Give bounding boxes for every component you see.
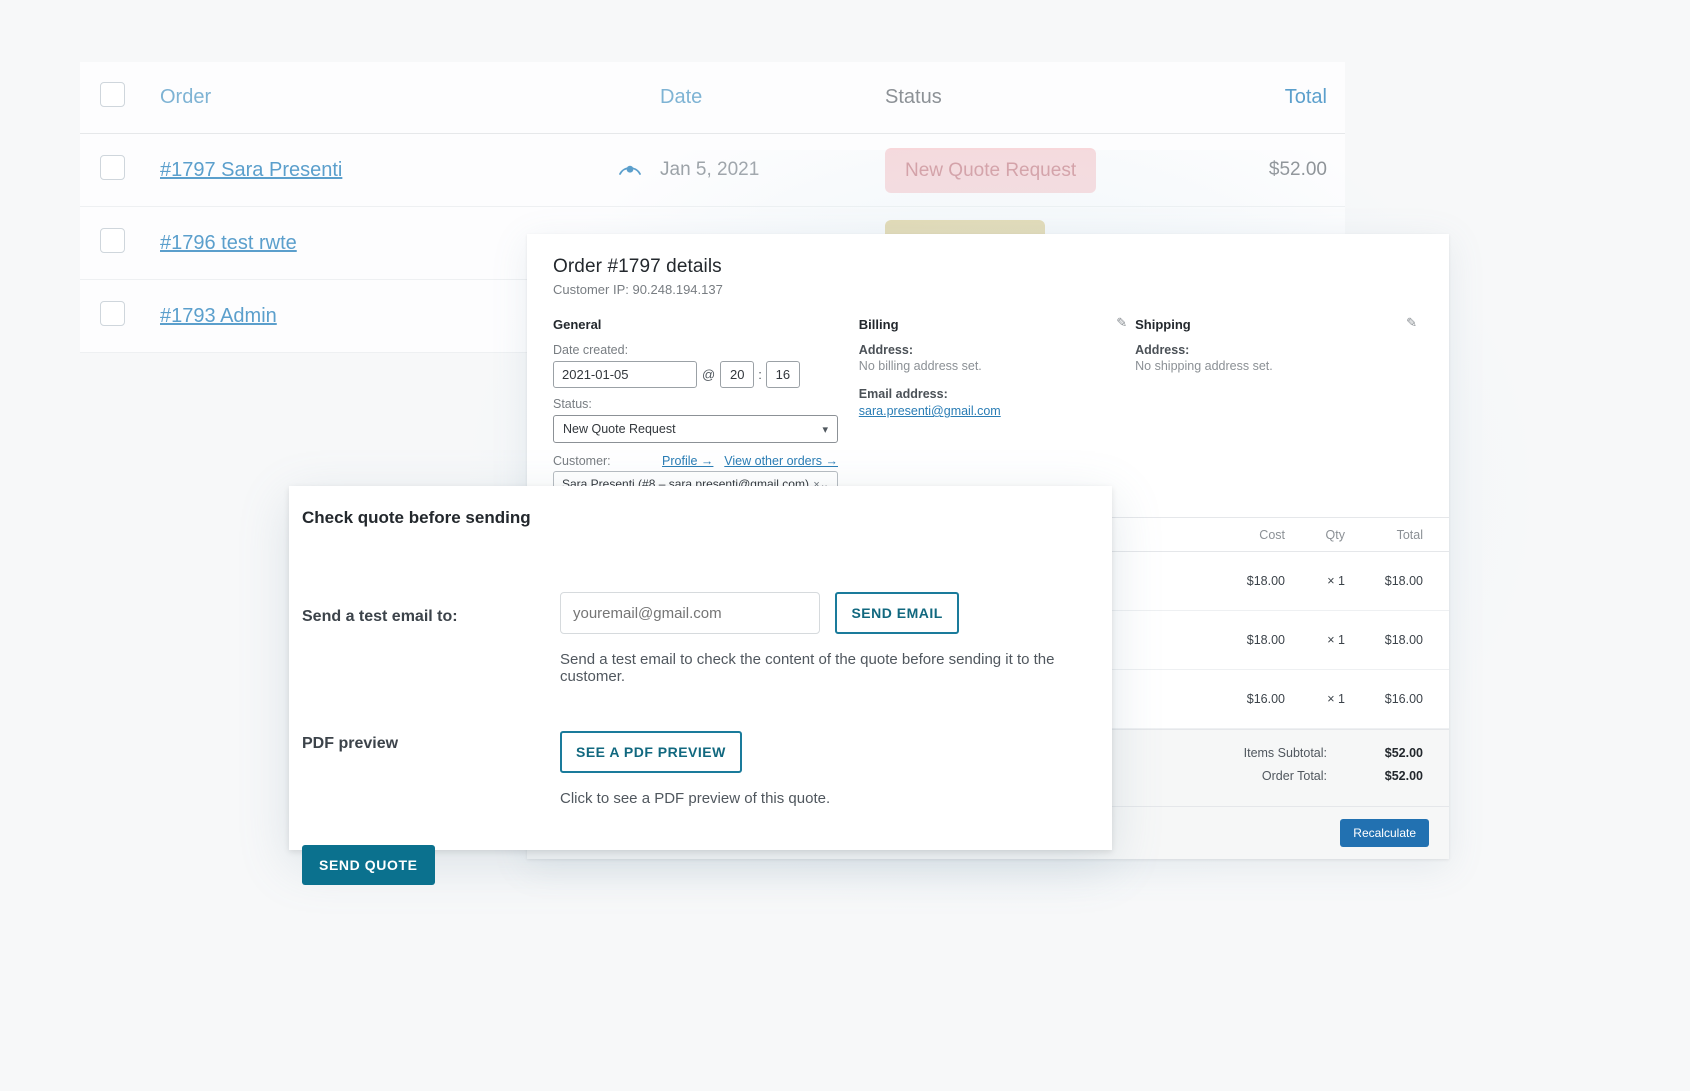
- order-status-cell: New Quote Request: [885, 148, 1185, 193]
- order-date: Jan 5, 2021: [660, 159, 885, 181]
- line-item-total: $18.00: [1345, 633, 1423, 647]
- pdf-preview-field-group: SEE A PDF PREVIEW Click to see a PDF pre…: [560, 731, 1112, 807]
- line-item-cost: $16.00: [1199, 692, 1285, 706]
- date-created-label: Date created:: [553, 343, 843, 357]
- pdf-preview-label: PDF preview: [302, 731, 560, 753]
- test-email-row: Send a test email to: SEND EMAIL Send a …: [302, 592, 1112, 685]
- modal-title: Check quote before sending: [289, 508, 1112, 528]
- customer-links: Profile → View other orders →: [662, 453, 838, 468]
- preview-order-cell[interactable]: [600, 163, 660, 177]
- order-link[interactable]: #1796 test rwte: [160, 232, 297, 254]
- line-item-qty: × 1: [1285, 574, 1345, 588]
- column-header-total[interactable]: Total: [1185, 86, 1345, 109]
- edit-billing-pencil-icon[interactable]: ✎: [1116, 315, 1127, 331]
- row-checkbox[interactable]: [100, 155, 125, 180]
- row-select-cell: [80, 155, 160, 186]
- time-colon: :: [754, 367, 766, 382]
- billing-email-value[interactable]: sara.presenti@gmail.com: [859, 404, 1001, 418]
- customer-ip: Customer IP: 90.248.194.137: [553, 282, 1423, 297]
- select-all-checkbox[interactable]: [100, 82, 125, 107]
- status-badge: New Quote Request: [885, 148, 1096, 193]
- items-subtotal-value: $52.00: [1345, 746, 1423, 760]
- line-item-total: $16.00: [1345, 692, 1423, 706]
- order-link[interactable]: #1797 Sara Presenti: [160, 159, 342, 181]
- line-item-cost: $18.00: [1199, 574, 1285, 588]
- eye-icon[interactable]: [619, 163, 641, 177]
- billing-address-value: No billing address set.: [859, 359, 1133, 373]
- pdf-preview-row: PDF preview SEE A PDF PREVIEW Click to s…: [302, 731, 1112, 807]
- shipping-heading: Shipping: [1135, 317, 1423, 332]
- billing-heading: Billing: [859, 317, 1133, 332]
- view-other-orders-link[interactable]: View other orders →: [724, 454, 838, 468]
- minute-input[interactable]: [766, 361, 800, 388]
- recalculate-button[interactable]: Recalculate: [1340, 819, 1429, 847]
- hour-input[interactable]: [720, 361, 754, 388]
- column-header-item-total: Total: [1345, 528, 1423, 542]
- modal-body: Send a test email to: SEND EMAIL Send a …: [289, 592, 1112, 807]
- test-email-input[interactable]: [560, 592, 820, 634]
- order-total-label: Order Total:: [1145, 769, 1345, 783]
- date-created-input[interactable]: [553, 361, 697, 388]
- general-section: General Date created: @ : Status: New Qu…: [553, 317, 843, 497]
- billing-address-label: Address:: [859, 343, 1133, 357]
- line-item-total: $18.00: [1345, 574, 1423, 588]
- order-link-cell: #1797 Sara Presenti: [160, 159, 600, 182]
- send-quote-button[interactable]: SEND QUOTE: [302, 845, 435, 885]
- row-select-cell: [80, 228, 160, 259]
- row-checkbox[interactable]: [100, 228, 125, 253]
- order-total: $52.00: [1185, 159, 1345, 181]
- general-heading: General: [553, 317, 843, 332]
- order-status-select-value: New Quote Request: [563, 422, 676, 436]
- column-header-order[interactable]: Order: [160, 86, 600, 109]
- date-created-row: @ :: [553, 361, 843, 388]
- customer-label: Customer:: [553, 454, 611, 468]
- line-item-cost: $18.00: [1199, 633, 1285, 647]
- profile-link[interactable]: Profile →: [662, 454, 713, 468]
- page-title: Order #1797 details: [553, 256, 1423, 278]
- row-select-cell: [80, 301, 160, 332]
- orders-table-header: Order Date Status Total: [80, 62, 1345, 134]
- see-pdf-preview-button[interactable]: SEE A PDF PREVIEW: [560, 731, 742, 773]
- order-total-value: $52.00: [1345, 769, 1423, 783]
- order-status-select[interactable]: New Quote Request ▾: [553, 415, 838, 443]
- billing-section: ✎ Billing Address: No billing address se…: [843, 317, 1133, 497]
- test-email-field-group: SEND EMAIL Send a test email to check th…: [560, 592, 1112, 685]
- shipping-address-value: No shipping address set.: [1135, 359, 1423, 373]
- status-label: Status:: [553, 397, 843, 411]
- customer-line: Customer: Profile → View other orders →: [553, 453, 838, 468]
- column-header-status[interactable]: Status: [885, 86, 1185, 109]
- items-subtotal-label: Items Subtotal:: [1145, 746, 1345, 760]
- column-header-date[interactable]: Date: [660, 86, 885, 109]
- shipping-address-label: Address:: [1135, 343, 1423, 357]
- line-item-qty: × 1: [1285, 633, 1345, 647]
- send-email-button[interactable]: SEND EMAIL: [835, 592, 958, 634]
- table-row[interactable]: #1797 Sara Presenti Jan 5, 2021 New Quot…: [80, 134, 1345, 207]
- order-details-columns: General Date created: @ : Status: New Qu…: [553, 317, 1423, 497]
- edit-shipping-pencil-icon[interactable]: ✎: [1406, 315, 1417, 331]
- check-quote-modal: Check quote before sending Send a test e…: [289, 486, 1112, 850]
- chevron-down-icon: ▾: [822, 423, 828, 436]
- shipping-section: ✎ Shipping Address: No shipping address …: [1133, 317, 1423, 497]
- test-email-label: Send a test email to:: [302, 592, 560, 626]
- pdf-preview-help-text: Click to see a PDF preview of this quote…: [560, 790, 1112, 807]
- order-link[interactable]: #1793 Admin: [160, 305, 277, 327]
- column-header-cost: Cost: [1199, 528, 1285, 542]
- select-all-cell: [80, 82, 160, 113]
- line-item-qty: × 1: [1285, 692, 1345, 706]
- at-symbol: @: [697, 367, 720, 382]
- row-checkbox[interactable]: [100, 301, 125, 326]
- billing-email-label: Email address:: [859, 387, 1133, 401]
- test-email-help-text: Send a test email to check the content o…: [560, 651, 1112, 685]
- column-header-qty: Qty: [1285, 528, 1345, 542]
- order-details-header: Order #1797 details Customer IP: 90.248.…: [527, 234, 1449, 518]
